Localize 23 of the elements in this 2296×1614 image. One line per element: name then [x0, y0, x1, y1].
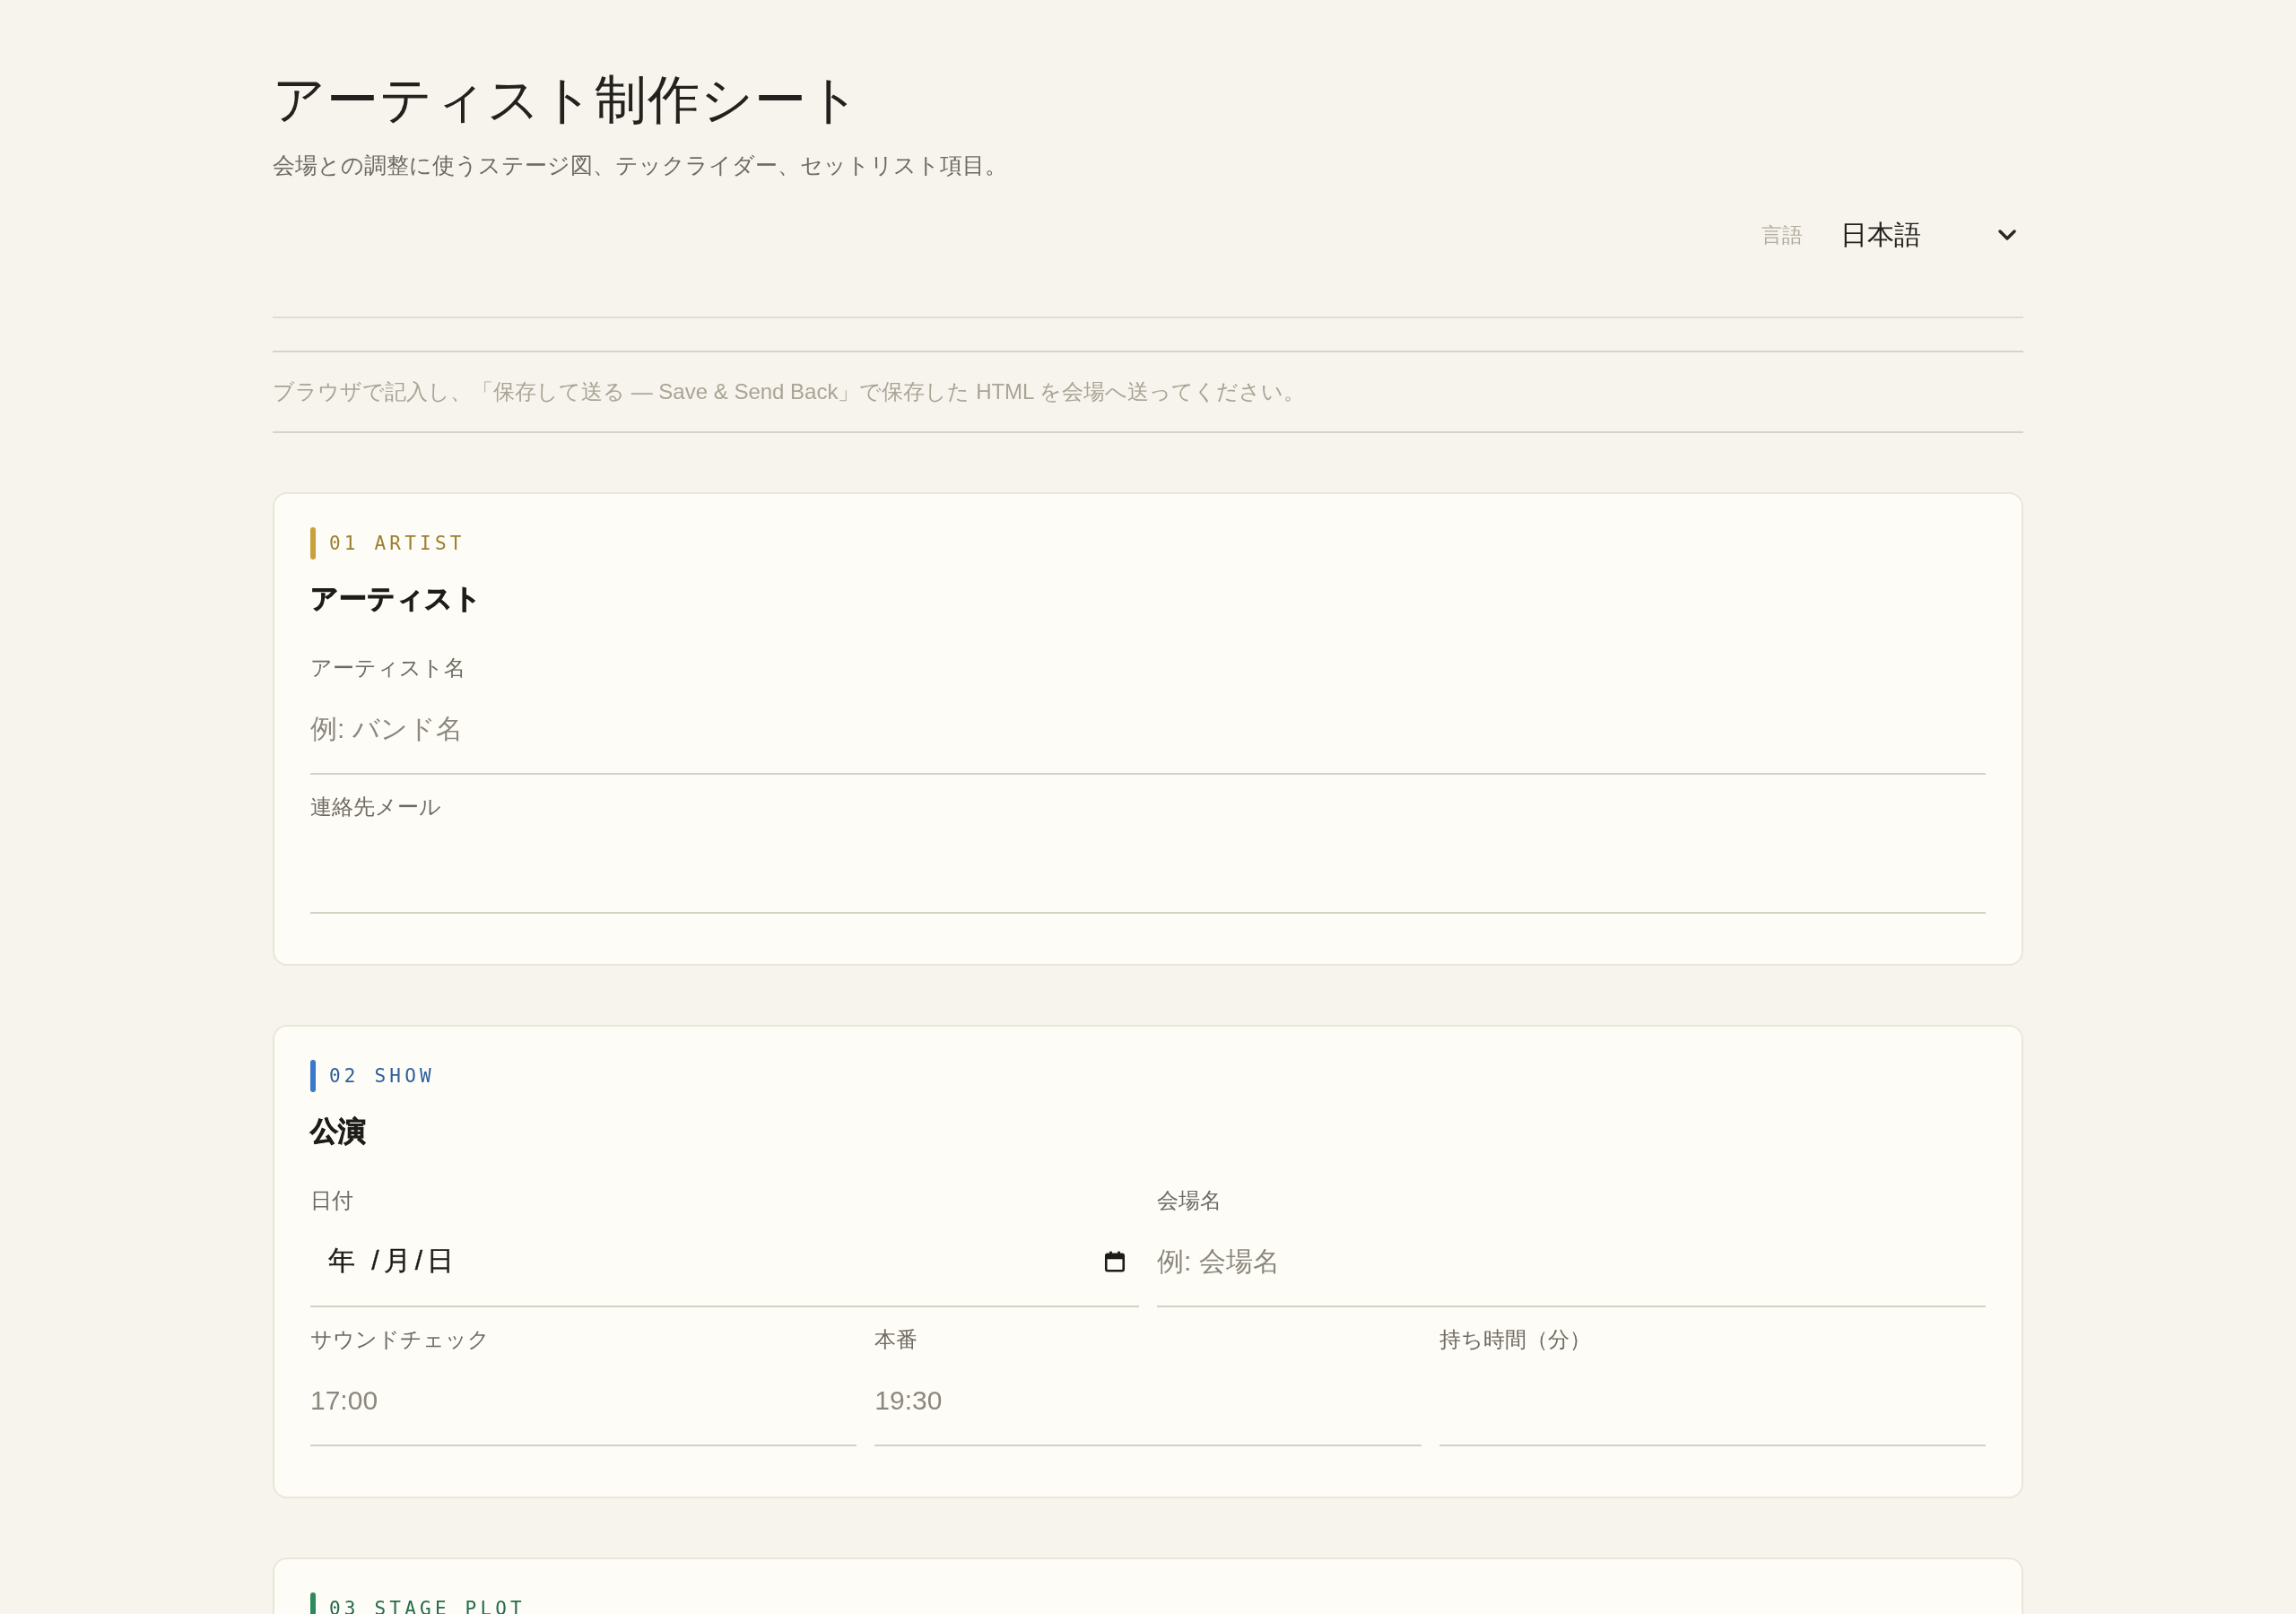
field-label: アーティスト名 [310, 655, 465, 681]
calendar-icon [1103, 1249, 1126, 1273]
page-subtitle: 会場との調整に使うステージ図、テックライダー、セットリスト項目。 [273, 152, 1007, 179]
section-title: 公演 [310, 1115, 366, 1149]
field-label: 日付 [310, 1187, 353, 1214]
field-label: 会場名 [1157, 1187, 1222, 1214]
section-title: アーティスト [310, 582, 482, 616]
section-tag: 02 SHOW [329, 1060, 435, 1092]
text-input[interactable]: 17:00 [310, 1356, 857, 1446]
chevron-down-icon [1998, 230, 2016, 240]
section-tag: 01 ARTIST [329, 527, 465, 560]
instruction-text: ブラウザで記入し、「保存して送る — Save & Send Back」で保存した HTML を会場へ送ってください。 [273, 378, 1306, 405]
date-input[interactable]: 年 /月/日 [310, 1217, 1139, 1307]
page-title: アーティスト制作シート [273, 70, 861, 131]
language-label: 言語 [1761, 222, 1803, 248]
language-select[interactable]: 日本語 [1830, 213, 2023, 257]
field-label: サウンドチェック [310, 1326, 490, 1353]
field-label: 持ち時間（分） [1439, 1326, 1591, 1353]
text-input[interactable]: 例: 会場名 [1157, 1217, 1986, 1307]
field-label: 連絡先メール [310, 794, 441, 820]
text-input[interactable]: 19:30 [874, 1356, 1422, 1446]
field-label: 本番 [874, 1326, 918, 1353]
text-input[interactable]: 例: バンド名 [310, 684, 1986, 775]
